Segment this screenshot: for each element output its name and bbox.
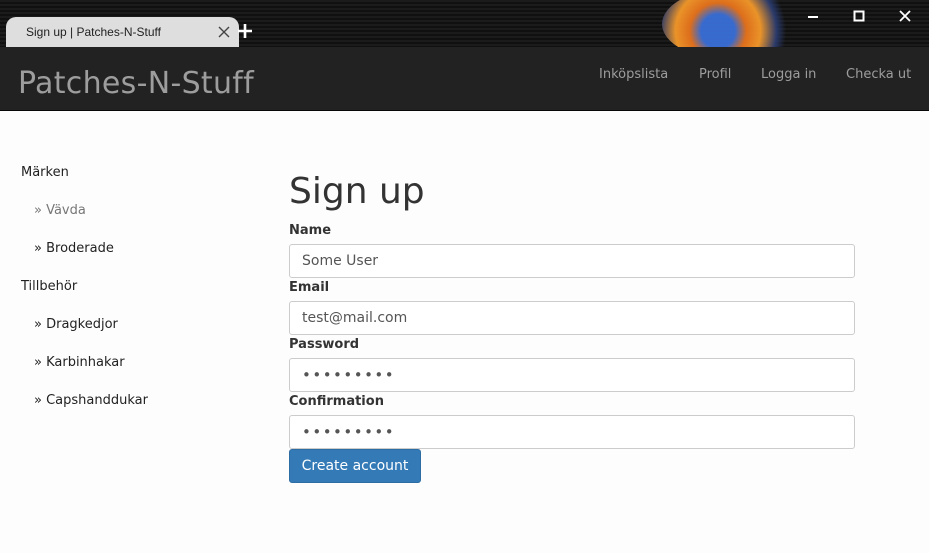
password-field-value: ••••••••• xyxy=(302,366,396,384)
email-label: Email xyxy=(289,280,330,295)
close-icon[interactable] xyxy=(892,4,918,28)
confirmation-label: Confirmation xyxy=(289,394,384,409)
nav-link-profile[interactable]: Profil xyxy=(699,67,731,82)
sidebar-item-woven[interactable]: » Vävda xyxy=(34,203,86,218)
sidebar-heading-accessories: Tillbehör xyxy=(21,279,78,294)
email-field[interactable]: test@mail.com xyxy=(289,301,855,335)
minimize-icon[interactable] xyxy=(800,4,826,28)
create-account-button[interactable]: Create account xyxy=(289,449,421,483)
tab-title: Sign up | Patches-N-Stuff xyxy=(26,25,161,39)
brand-link[interactable]: Patches-N-Stuff xyxy=(18,66,254,101)
email-field-value: test@mail.com xyxy=(302,310,408,326)
password-label: Password xyxy=(289,337,360,352)
sidebar-item-carabiners[interactable]: » Karbinhakar xyxy=(34,355,125,370)
nav-link-login[interactable]: Logga in xyxy=(761,67,816,82)
sidebar-item-zippers[interactable]: » Dragkedjor xyxy=(34,317,118,332)
page-title: Sign up xyxy=(289,171,425,212)
browser-theme-artwork xyxy=(662,0,802,47)
confirmation-field[interactable]: ••••••••• xyxy=(289,415,855,449)
top-navbar: Patches-N-Stuff Inköpslista Profil Logga… xyxy=(0,47,929,111)
name-field-value: Some User xyxy=(302,253,379,269)
browser-tab[interactable]: Sign up | Patches-N-Stuff xyxy=(6,17,239,47)
plus-icon[interactable] xyxy=(234,20,256,42)
sidebar-item-embroidered[interactable]: » Broderade xyxy=(34,241,114,256)
nav-link-shopping-list[interactable]: Inköpslista xyxy=(599,67,668,82)
sidebar-item-cap-towels[interactable]: » Capshanddukar xyxy=(34,393,148,408)
name-label: Name xyxy=(289,223,332,238)
maximize-icon[interactable] xyxy=(846,4,872,28)
browser-titlebar: Sign up | Patches-N-Stuff xyxy=(0,0,929,47)
name-field[interactable]: Some User xyxy=(289,244,855,278)
sidebar-heading-brands: Märken xyxy=(21,165,69,180)
confirmation-field-value: ••••••••• xyxy=(302,423,396,441)
nav-link-checkout[interactable]: Checka ut xyxy=(846,67,911,82)
password-field[interactable]: ••••••••• xyxy=(289,358,855,392)
